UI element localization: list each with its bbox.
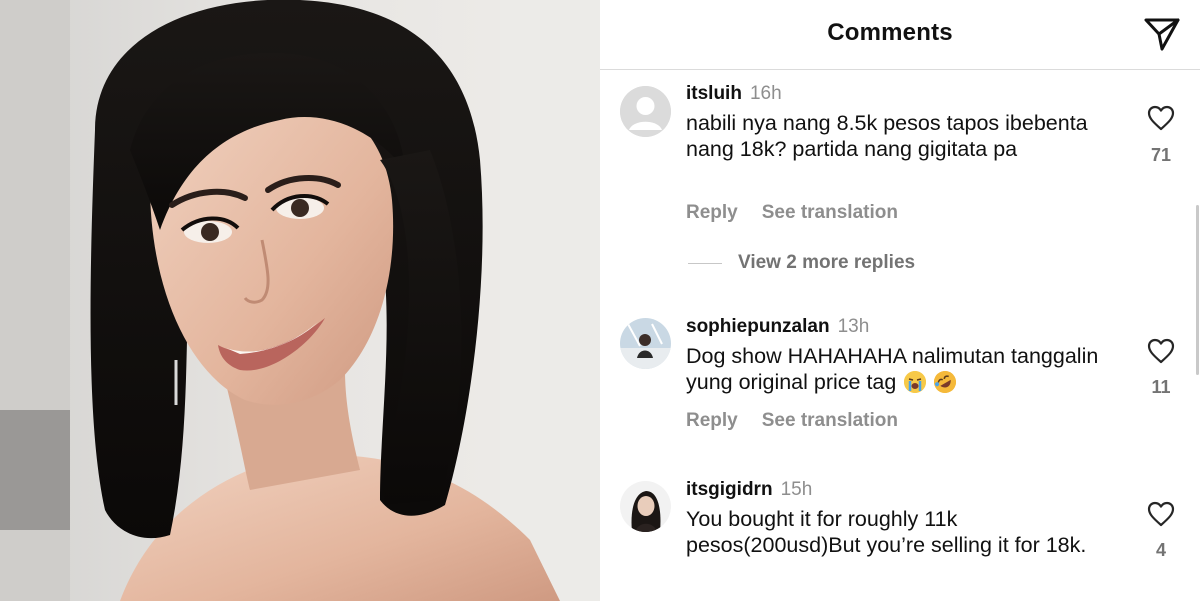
avatar[interactable] xyxy=(620,481,671,532)
heart-icon xyxy=(1147,105,1175,131)
see-translation-button[interactable]: See translation xyxy=(762,410,898,431)
heart-icon xyxy=(1147,338,1175,364)
comment-actions: Reply See translation xyxy=(686,410,898,432)
view-more-replies-label: View 2 more replies xyxy=(738,252,916,273)
see-translation-button[interactable]: See translation xyxy=(762,202,898,223)
page-title: Comments xyxy=(827,19,953,46)
comment-text: nabili nya nang 8.5k pesos tapos ibebent… xyxy=(686,111,1088,161)
post-photo xyxy=(0,0,600,601)
like-count: 71 xyxy=(1150,145,1172,165)
comment-username[interactable]: itsgigidrn xyxy=(686,479,773,500)
like-count: 4 xyxy=(1155,540,1166,560)
avatar[interactable] xyxy=(620,86,671,137)
reply-button[interactable]: Reply xyxy=(686,410,738,431)
rolling-on-floor-laughing-face-icon xyxy=(930,366,961,398)
comment-time: 15h xyxy=(780,479,813,500)
default-avatar-icon xyxy=(620,86,671,137)
woman-portrait-image xyxy=(0,0,600,601)
comment-text: You bought it for roughly 11k pesos(200u… xyxy=(686,507,1087,557)
comment-username[interactable]: sophiepunzalan xyxy=(686,316,830,337)
divider-line xyxy=(688,262,722,264)
comment-meta: itsluih 16h xyxy=(686,83,782,105)
scrollbar[interactable] xyxy=(1196,205,1199,375)
paper-plane-icon xyxy=(1144,18,1180,51)
loudly-crying-face-icon xyxy=(904,371,927,393)
like-button[interactable] xyxy=(1147,338,1175,364)
comment-meta: itsgigidrn 15h xyxy=(686,479,812,501)
view-more-replies-button[interactable]: View 2 more replies xyxy=(688,250,915,276)
comment-text-wrap: Dog show HAHAHAHA nalimutan tanggalin yu… xyxy=(686,343,1106,398)
comment-meta: sophiepunzalan 13h xyxy=(686,316,869,338)
comment-actions: Reply See translation xyxy=(686,202,898,224)
share-button[interactable] xyxy=(1142,14,1182,54)
comment-time: 16h xyxy=(749,83,782,104)
comments-header: Comments xyxy=(600,0,1200,70)
avatar[interactable] xyxy=(620,318,671,369)
reply-button[interactable]: Reply xyxy=(686,202,738,223)
user-photo-avatar xyxy=(620,481,671,532)
user-photo-avatar xyxy=(620,318,671,369)
comment-time: 13h xyxy=(837,316,870,337)
comment-username[interactable]: itsluih xyxy=(686,83,742,104)
heart-icon xyxy=(1147,501,1175,527)
comment-text: Dog show HAHAHAHA nalimutan tanggalin yu… xyxy=(686,344,1099,394)
like-button[interactable] xyxy=(1147,105,1175,131)
like-count: 11 xyxy=(1151,377,1171,397)
like-button[interactable] xyxy=(1147,501,1175,527)
comments-panel: Comments itsluih 16h nabili nya nang 8.5k… xyxy=(600,0,1200,601)
